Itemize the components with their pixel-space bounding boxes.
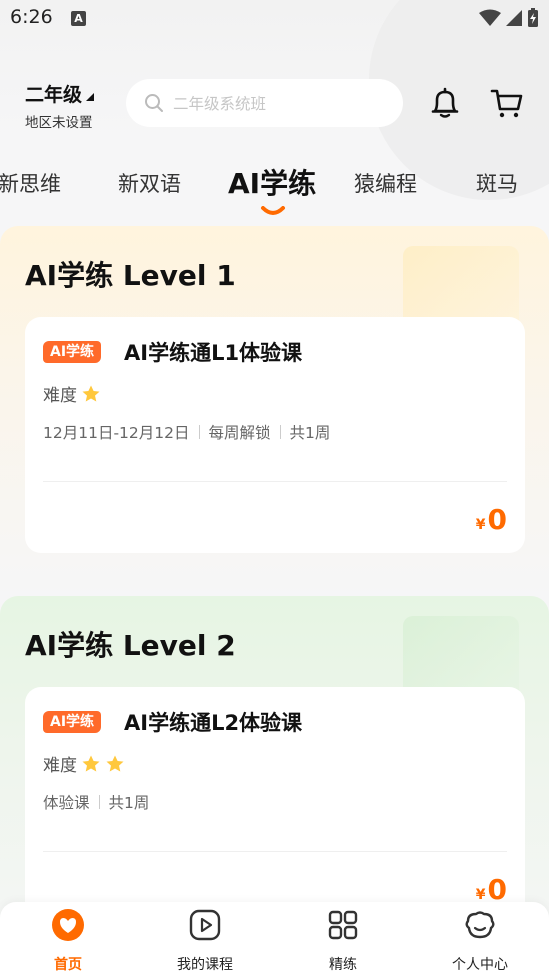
nav-home[interactable]: 首页 [18, 908, 118, 974]
cart-icon[interactable] [489, 86, 525, 120]
course-type: 体验课 [43, 794, 90, 812]
difficulty-label: 难度 [43, 756, 77, 776]
region-label: 地区未设置 [25, 115, 93, 131]
signal-icon [506, 10, 522, 26]
course-card[interactable]: AI学练 AI学练通L1体验课 难度 12月11日-12月12日 每周解锁 共1… [25, 317, 525, 553]
status-time: 6:26 [10, 6, 53, 28]
status-icons [479, 8, 539, 28]
notification-icon: A [71, 11, 86, 26]
price-value: 0 [487, 503, 507, 536]
star-icon [82, 755, 100, 771]
search-placeholder: 二年级系统班 [173, 95, 267, 113]
course-title: AI学练通L1体验课 [124, 341, 303, 365]
section-title: AI学练 Level 2 [25, 629, 236, 662]
card-divider [43, 481, 507, 482]
play-icon [189, 909, 221, 941]
course-badge: AI学练 [43, 341, 102, 363]
star-icon [82, 385, 100, 401]
course-title: AI学练通L2体验课 [124, 711, 303, 735]
tab-banma[interactable]: 斑马 [476, 168, 518, 198]
difficulty: 难度 [43, 381, 101, 406]
search-input[interactable]: 二年级系统班 [126, 79, 403, 127]
course-dates: 12月11日-12月12日 [43, 424, 190, 442]
grid-icon [328, 910, 358, 940]
course-duration: 共1周 [289, 424, 331, 442]
difficulty-label: 难度 [43, 386, 77, 406]
wifi-icon [479, 9, 501, 26]
nav-profile-label: 个人中心 [452, 957, 508, 973]
nav-practice[interactable]: 精练 [293, 908, 393, 974]
category-tabs: 新思维 新双语 AI学练 猿编程 斑马 [0, 160, 549, 220]
nav-profile[interactable]: 个人中心 [430, 908, 530, 974]
profile-icon [465, 911, 495, 939]
star-icon [106, 755, 124, 771]
course-duration: 共1周 [108, 794, 150, 812]
active-tab-indicator [261, 206, 285, 215]
home-icon [52, 909, 84, 941]
nav-my-courses[interactable]: 我的课程 [155, 908, 255, 974]
meta-divider [279, 425, 281, 439]
section-title: AI学练 Level 1 [25, 259, 236, 292]
nav-practice-label: 精练 [329, 957, 357, 973]
grade-selector[interactable]: 二年级 地区未设置 [25, 80, 115, 131]
status-bar: 6:26 A [0, 0, 549, 38]
tab-xinsiwei[interactable]: 新思维 [0, 168, 61, 198]
course-unlock: 每周解锁 [208, 424, 271, 442]
card-divider [43, 851, 507, 852]
price-symbol: ¥ [475, 517, 486, 533]
grade-label: 二年级 [25, 84, 83, 106]
app-root: 6:26 A 二年级 地区未设置 二年级系统班 新思维 新双语 AI学练 猿编程… [0, 0, 549, 976]
course-meta: 体验课 共1周 [43, 791, 149, 813]
price-symbol: ¥ [475, 887, 486, 903]
meta-divider [98, 795, 100, 809]
tab-yuanbiancheng[interactable]: 猿编程 [354, 168, 417, 198]
nav-my-courses-label: 我的课程 [177, 957, 233, 973]
course-price: ¥ 0 [476, 503, 507, 536]
nav-home-label: 首页 [54, 957, 82, 973]
grade-title: 二年级 [25, 80, 115, 107]
search-icon [145, 94, 163, 112]
bottom-nav: 首页 我的课程 精练 个人中心 [0, 902, 549, 976]
course-meta: 12月11日-12月12日 每周解锁 共1周 [43, 421, 330, 443]
battery-icon [528, 8, 538, 27]
bell-icon[interactable] [428, 86, 462, 120]
difficulty: 难度 [43, 751, 125, 776]
tab-ai-xuelian[interactable]: AI学练 [228, 162, 316, 202]
meta-divider [198, 425, 200, 439]
course-badge: AI学练 [43, 711, 102, 733]
caret-icon [86, 92, 95, 101]
course-card[interactable]: AI学练 AI学练通L2体验课 难度 体验课 共1周 ¥ 0 [25, 687, 525, 927]
tab-xinshuangyu[interactable]: 新双语 [118, 168, 181, 198]
